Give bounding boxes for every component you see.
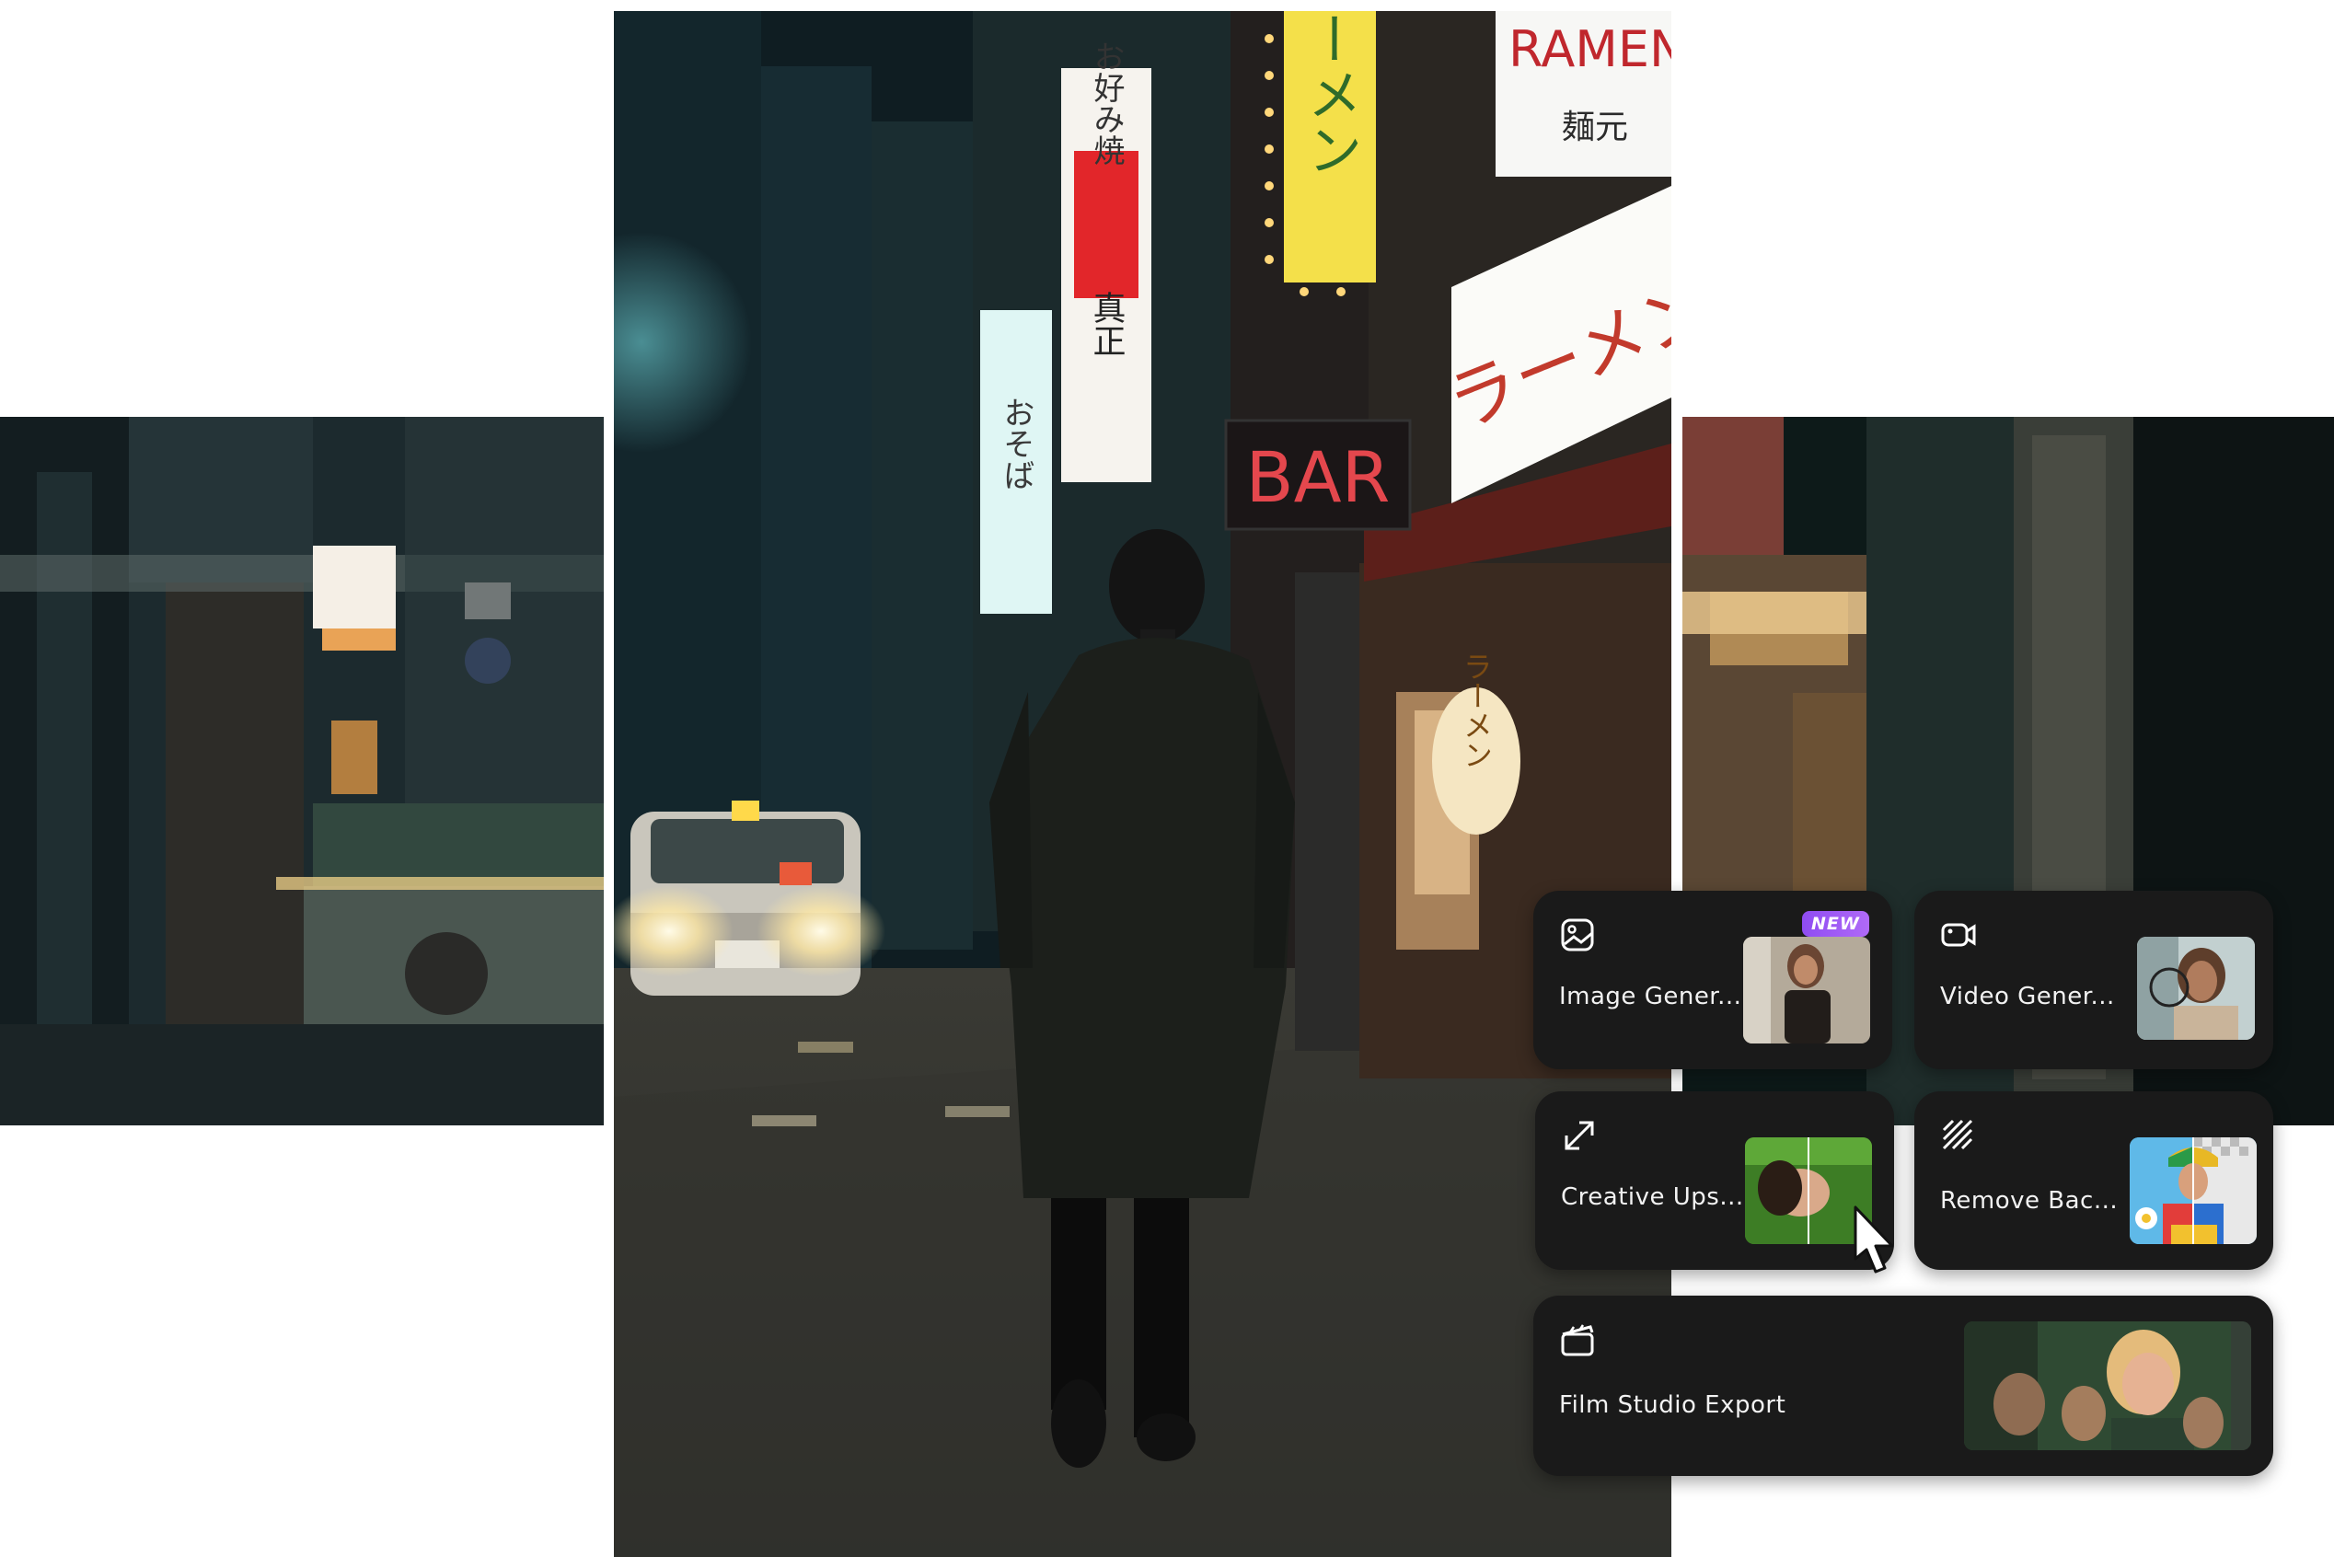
diagonal-lines-icon (1942, 1119, 1973, 1150)
sign-okonomi: お好み焼 (1088, 40, 1125, 166)
clapperboard-icon (1561, 1324, 1594, 1356)
card-remove-background[interactable]: Remove Bac... (1914, 1091, 2273, 1270)
image-icon (1561, 918, 1594, 951)
card-film-studio-export[interactable]: Film Studio Export (1533, 1296, 2273, 1476)
new-badge: NEW (1802, 911, 1869, 937)
card-image-generator[interactable]: Image Gener... NEW (1533, 891, 1892, 1069)
sign-ramen-top: RAMEN (1508, 20, 1671, 78)
card-creative-upscale[interactable]: Creative Ups... (1535, 1091, 1894, 1270)
sign-ramen-top-sub: 麺元 (1562, 109, 1628, 146)
video-camera-icon (1941, 923, 1976, 947)
cursor-hand-icon (1854, 1205, 1894, 1274)
expand-arrows-icon (1565, 1121, 1594, 1150)
sign-bar: BAR (1246, 436, 1391, 518)
sign-makoto: 真正 (1088, 291, 1126, 357)
card-creative-upscale-label: Creative Ups... (1561, 1183, 1744, 1211)
card-remove-background-label: Remove Bac... (1940, 1187, 2119, 1215)
sign-osoba: おそば (998, 397, 1034, 490)
card-video-generator-label: Video Gener... (1940, 983, 2115, 1010)
film-studio-thumbnail (1964, 1321, 2251, 1450)
card-image-generator-label: Image Gener... (1559, 983, 1742, 1010)
card-video-generator[interactable]: Video Gener... (1914, 891, 2273, 1069)
sign-lantern: ラーメン (1459, 651, 1494, 769)
pixelated-preview-left (0, 417, 604, 1125)
main-street-photo: RAMEN 麺元 ラーメン お好み焼 真正 おそば BAR ラーメン部屋 ラーメ… (614, 11, 1671, 1557)
card-film-studio-export-label: Film Studio Export (1559, 1391, 1786, 1419)
image-generator-thumbnail (1743, 937, 1870, 1043)
sign-ramen-vertical: ラーメン (1298, 11, 1362, 177)
video-generator-thumbnail (2137, 937, 2255, 1040)
remove-background-thumbnail (2130, 1137, 2257, 1244)
